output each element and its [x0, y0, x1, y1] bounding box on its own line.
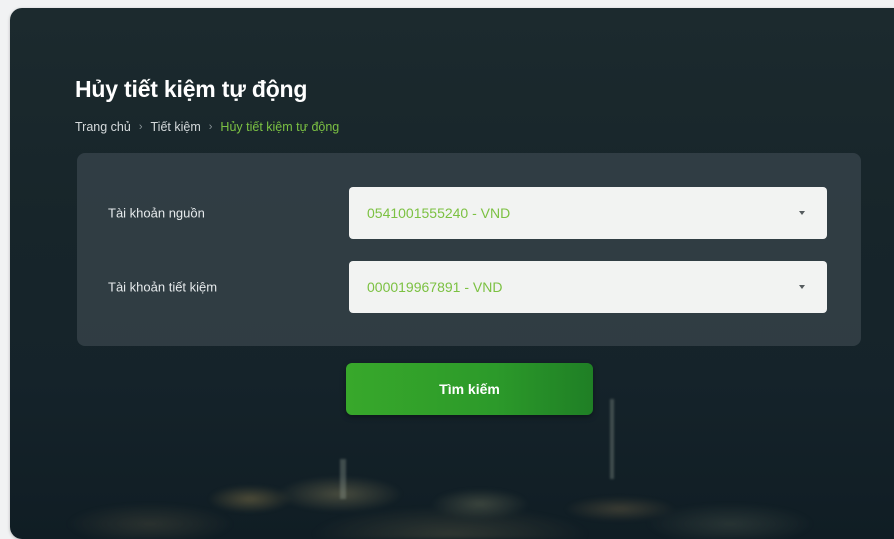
caret-down-icon — [799, 285, 805, 289]
savings-account-label: Tài khoản tiết kiệm — [108, 279, 218, 295]
source-account-select[interactable]: 0541001555240 - VND — [349, 187, 827, 239]
source-account-value: 0541001555240 - VND — [367, 205, 511, 221]
source-account-label: Tài khoản nguồn — [108, 205, 205, 221]
search-button[interactable]: Tìm kiếm — [346, 363, 593, 415]
breadcrumb-home-link[interactable]: Trang chủ — [75, 120, 131, 134]
breadcrumb: Trang chủ › Tiết kiệm › Hủy tiết kiệm tự… — [75, 120, 339, 134]
savings-account-row: Tài khoản tiết kiệm 000019967891 - VND — [77, 261, 861, 313]
source-account-row: Tài khoản nguồn 0541001555240 - VND — [77, 187, 861, 239]
app-window: Hủy tiết kiệm tự động Trang chủ › Tiết k… — [10, 8, 894, 539]
background-tower — [610, 399, 614, 479]
page-title: Hủy tiết kiệm tự động — [75, 76, 308, 102]
caret-down-icon — [799, 211, 805, 215]
background-tower — [340, 459, 346, 499]
breadcrumb-savings-link[interactable]: Tiết kiệm — [151, 120, 201, 134]
search-form-card: Tài khoản nguồn 0541001555240 - VND Tài … — [77, 153, 861, 346]
city-background-image — [10, 399, 894, 539]
breadcrumb-current: Hủy tiết kiệm tự động — [220, 120, 340, 134]
savings-account-value: 000019967891 - VND — [367, 279, 503, 295]
savings-account-select[interactable]: 000019967891 - VND — [349, 261, 827, 313]
breadcrumb-separator-icon: › — [208, 121, 213, 133]
breadcrumb-separator-icon: › — [138, 121, 143, 133]
